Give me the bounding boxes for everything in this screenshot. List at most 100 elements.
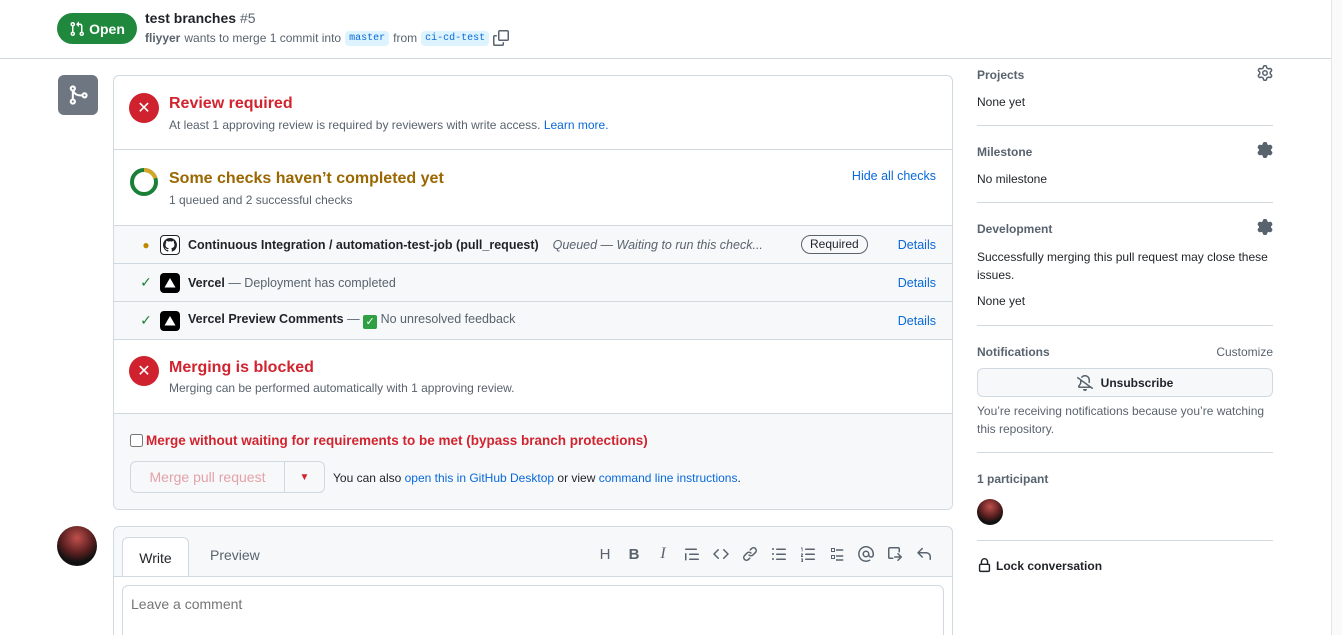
head-branch-link[interactable]: ci-cd-test — [421, 30, 490, 46]
pr-from-text: from — [393, 31, 418, 45]
customize-link[interactable]: Customize — [1216, 345, 1273, 359]
triangle-icon — [164, 315, 176, 325]
user-avatar[interactable] — [57, 526, 97, 566]
merge-alternatives-text: You can also open this in GitHub Desktop… — [333, 471, 741, 485]
code-icon[interactable] — [712, 545, 730, 563]
pr-state-badge: Open — [57, 13, 137, 44]
sidebar-participants: 1 participant — [977, 472, 1273, 486]
learn-more-link[interactable]: Learn more. — [544, 118, 609, 132]
development-description: Successfully merging this pull request m… — [977, 250, 1268, 282]
command-line-instructions-link[interactable]: command line instructions — [599, 471, 738, 485]
pr-state-label: Open — [89, 20, 125, 37]
sidebar-divider — [977, 125, 1273, 126]
git-branch-icon — [69, 85, 88, 105]
projects-heading: Projects — [977, 68, 1025, 82]
copy-icon[interactable] — [493, 30, 510, 46]
triangle-down-icon: ▼ — [299, 471, 310, 483]
tab-write[interactable]: Write — [122, 537, 189, 577]
triangle-icon — [164, 277, 176, 287]
vercel-logo-icon — [160, 272, 180, 293]
white-check-mark-icon: ✓ — [363, 315, 378, 329]
pr-author-link[interactable]: fliyyer — [145, 31, 180, 45]
pr-meta: fliyyer wants to merge 1 commit into mas… — [145, 30, 510, 46]
markdown-toolbar: H B I — [596, 545, 933, 563]
checks-subtitle: 1 queued and 2 successful checks — [169, 193, 353, 207]
review-required-title: Review required — [169, 95, 293, 112]
check-details-link[interactable]: Details — [898, 276, 936, 290]
comment-textarea[interactable] — [122, 585, 944, 635]
merge-button-group: Merge pull request ▼ — [130, 461, 325, 493]
also-prefix: You can also — [333, 471, 402, 485]
check-text: Vercel — Deployment has completed — [188, 276, 396, 290]
bypass-option[interactable]: Merge without waiting for requirements t… — [130, 433, 648, 448]
x-circle-icon: ✕ — [129, 93, 159, 123]
tab-preview[interactable]: Preview — [210, 547, 260, 563]
sidebar-projects: Projects None yet — [977, 65, 1273, 109]
merge-pull-request-button[interactable]: Merge pull request — [131, 462, 285, 492]
hide-all-checks-button[interactable]: Hide all checks — [852, 169, 936, 183]
open-in-desktop-link[interactable]: open this in GitHub Desktop — [405, 471, 554, 485]
development-heading: Development — [977, 222, 1053, 236]
task-list-icon[interactable] — [828, 545, 846, 563]
bypass-label: Merge without waiting for requirements t… — [146, 433, 648, 448]
check-row: ✓ Vercel — Deployment has completed Deta… — [114, 263, 952, 301]
vercel-logo-icon — [160, 310, 180, 331]
link-icon[interactable] — [741, 545, 759, 563]
merging-blocked-section: ✕ Merging is blocked Merging can be perf… — [114, 339, 952, 414]
check-text: Continuous Integration / automation-test… — [188, 238, 763, 252]
pr-title-text: test branches — [145, 10, 237, 26]
check-row: ● Continuous Integration / automation-te… — [114, 225, 952, 263]
gear-icon[interactable] — [1257, 219, 1273, 235]
cross-reference-icon[interactable] — [886, 545, 904, 563]
lock-conversation-button[interactable]: Lock conversation — [977, 558, 1102, 573]
unordered-list-icon[interactable] — [770, 545, 788, 563]
notifications-note: You’re receiving notifications because y… — [977, 404, 1265, 436]
unsubscribe-button[interactable]: Unsubscribe — [977, 368, 1273, 397]
check-details-link[interactable]: Details — [898, 314, 936, 328]
gear-icon[interactable] — [1257, 142, 1273, 158]
gear-icon[interactable] — [1257, 65, 1273, 81]
check-details-link[interactable]: Details — [898, 238, 936, 252]
pr-number: #5 — [239, 10, 256, 26]
reply-icon[interactable] — [915, 545, 933, 563]
development-value: None yet — [977, 294, 1026, 308]
check-row: ✓ Vercel Preview Comments — ✓ No unresol… — [114, 301, 952, 339]
checks-section: Some checks haven’t completed yet 1 queu… — [114, 150, 952, 225]
unsubscribe-label: Unsubscribe — [1100, 375, 1174, 390]
check-description: — Deployment has completed — [228, 275, 396, 290]
vertical-scrollbar[interactable] — [1331, 0, 1342, 635]
checks-progress-icon — [130, 168, 158, 196]
sidebar-divider — [977, 540, 1273, 541]
review-required-text: At least 1 approving review is required … — [169, 118, 541, 132]
check-description: Queued — Waiting to run this check... — [552, 237, 763, 252]
heading-icon[interactable]: H — [596, 545, 614, 563]
check-text: Vercel Preview Comments — ✓ No unresolve… — [188, 312, 515, 329]
check-icon: ✓ — [140, 312, 152, 328]
or-view-text: or view — [557, 471, 596, 485]
sidebar-divider — [977, 325, 1273, 326]
bypass-checkbox[interactable] — [130, 434, 143, 447]
projects-value: None yet — [977, 95, 1026, 109]
checks-title: Some checks haven’t completed yet — [169, 170, 444, 187]
base-branch-link[interactable]: master — [345, 30, 390, 46]
milestone-value: No milestone — [977, 172, 1048, 186]
comment-composer: Write Preview H B I — [113, 526, 953, 635]
required-badge: Required — [801, 235, 868, 254]
bold-icon[interactable]: B — [625, 545, 643, 563]
quote-icon[interactable] — [683, 545, 701, 563]
sidebar-milestone: Milestone No milestone — [977, 142, 1273, 186]
bell-slash-icon — [1076, 374, 1093, 391]
check-name: Vercel — [188, 275, 225, 290]
italic-icon[interactable]: I — [654, 545, 672, 563]
x-circle-icon: ✕ — [129, 356, 159, 386]
check-name: Continuous Integration / automation-test… — [188, 237, 539, 252]
check-description-prefix: — — [347, 312, 360, 326]
merge-options-dropdown-button[interactable]: ▼ — [285, 462, 324, 492]
merge-controls: Merge without waiting for requirements t… — [114, 414, 952, 509]
merging-blocked-title: Merging is blocked — [169, 359, 314, 376]
mention-icon[interactable] — [857, 545, 875, 563]
check-description: No unresolved feedback — [380, 312, 516, 326]
participant-avatar[interactable] — [977, 499, 1003, 525]
review-required-subtitle: At least 1 approving review is required … — [169, 118, 609, 132]
ordered-list-icon[interactable] — [799, 545, 817, 563]
